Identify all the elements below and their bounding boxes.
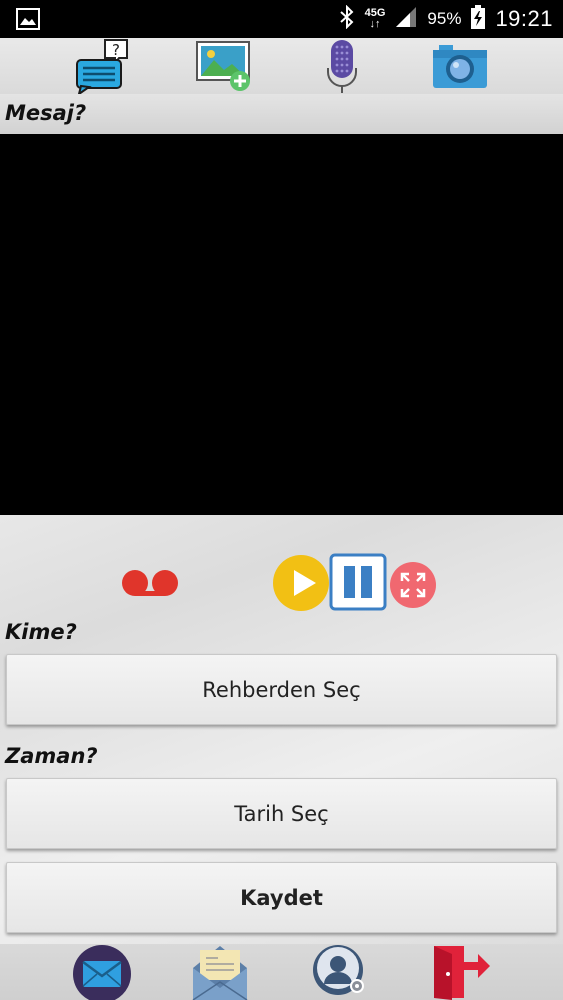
message-label: Mesaj? [5, 101, 87, 125]
status-bar: 45G ↓↑ 95% 19:21 [0, 0, 563, 38]
play-button[interactable] [272, 554, 330, 616]
message-preview-area[interactable] [0, 134, 563, 515]
battery-percent: 95% [427, 9, 462, 28]
add-image-button[interactable] [186, 38, 256, 94]
letters-button[interactable] [188, 944, 252, 1000]
mail-button[interactable] [70, 944, 134, 1000]
contact-settings-icon [313, 945, 364, 995]
exit-button[interactable] [428, 944, 492, 1000]
microphone-button[interactable] [307, 38, 377, 94]
signal-icon [395, 6, 417, 32]
voicemail-icon [122, 570, 178, 596]
add-image-icon [196, 41, 250, 91]
choose-date-button[interactable]: Tarih Seç [6, 778, 557, 849]
open-letter-icon [192, 946, 248, 1000]
choose-contact-button[interactable]: Rehberden Seç [6, 654, 557, 725]
bluetooth-icon [339, 4, 355, 33]
clock: 19:21 [495, 6, 553, 31]
pause-button[interactable] [329, 553, 387, 615]
mail-icon [73, 945, 131, 1000]
save-button[interactable]: Kaydet [6, 862, 557, 933]
camera-icon [433, 45, 487, 88]
top-toolbar: ? [0, 38, 563, 94]
exit-icon [434, 946, 490, 1000]
recipient-label: Kime? [5, 620, 77, 644]
voicemail-button[interactable] [119, 565, 181, 605]
fullscreen-button[interactable] [389, 561, 437, 613]
network-type: 45G ↓↑ [365, 8, 386, 30]
microphone-icon [327, 40, 357, 93]
battery-charging-icon [471, 5, 486, 33]
help-chat-button[interactable]: ? [62, 38, 132, 94]
time-label: Zaman? [5, 744, 98, 768]
gallery-notification-icon [16, 8, 40, 30]
play-icon [273, 555, 329, 611]
camera-button[interactable] [425, 38, 495, 94]
pause-icon [329, 553, 387, 611]
network-activity: ↓↑ [369, 18, 381, 30]
help-chat-icon: ? [76, 39, 128, 94]
contact-settings-button[interactable] [306, 944, 370, 1000]
svg-text:?: ? [112, 41, 120, 59]
bottom-nav [0, 944, 563, 1000]
fullscreen-icon [390, 562, 436, 608]
